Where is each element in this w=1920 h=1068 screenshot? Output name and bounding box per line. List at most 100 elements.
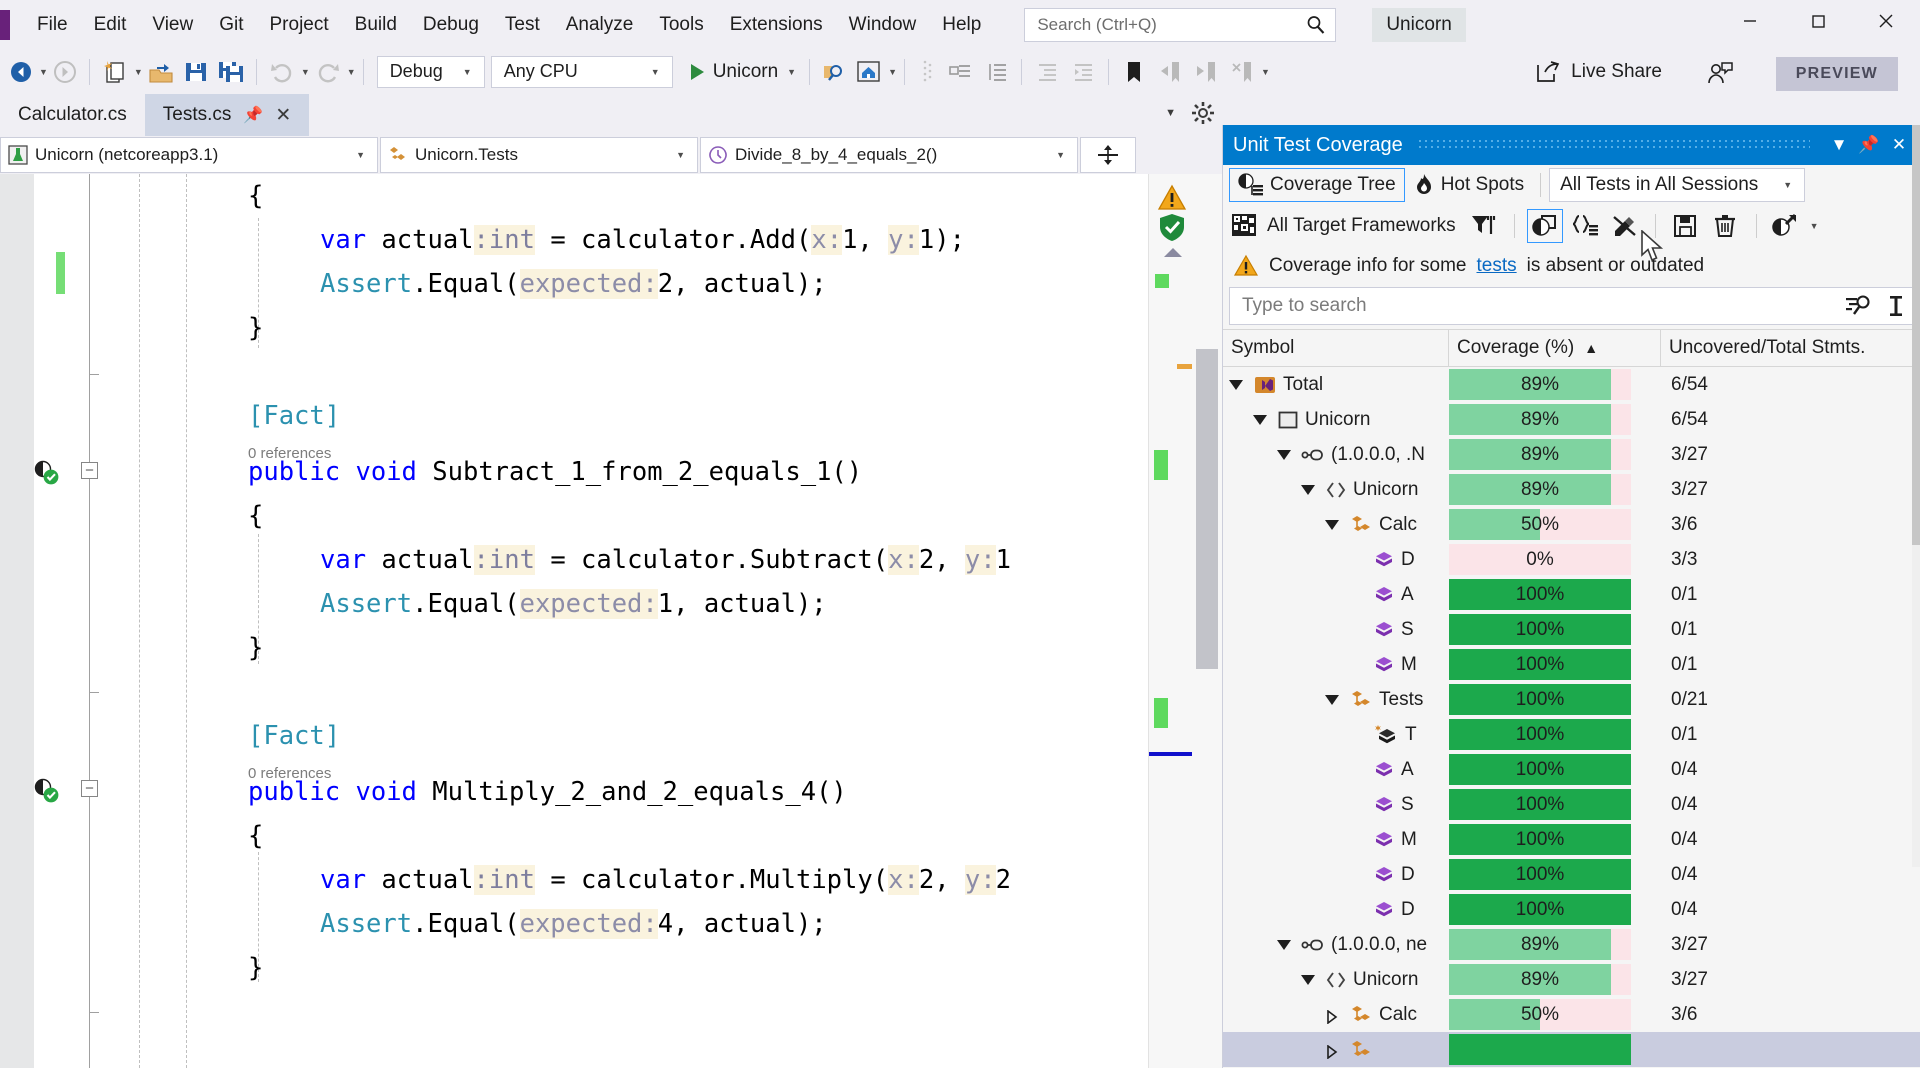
solution-platform-combo[interactable]: Any CPU ▼ <box>490 55 673 88</box>
coverage-tree-row[interactable]: A 100% 0/4 <box>1223 752 1920 787</box>
menu-item-test[interactable]: Test <box>492 10 553 39</box>
menu-item-debug[interactable]: Debug <box>410 10 492 39</box>
column-header-coverage[interactable]: Coverage (%) ▲ <box>1449 329 1661 367</box>
tab-tests-cs[interactable]: Tests.cs 📌 ✕ <box>144 94 310 136</box>
close-window-icon[interactable]: ✕ <box>1884 130 1914 160</box>
coverage-tree-row[interactable]: Unicorn 89% 3/27 <box>1223 962 1920 997</box>
split-editor-button[interactable] <box>1080 137 1136 173</box>
coverage-tree-row[interactable]: Unicorn 89% 3/27 <box>1223 472 1920 507</box>
coverage-tree-row[interactable]: Calc 50% 3/6 <box>1223 507 1920 542</box>
coverage-warning-link[interactable]: tests <box>1477 255 1517 277</box>
editor-vertical-scrollbar[interactable] <box>1192 174 1222 1068</box>
coverage-tree-row[interactable]: Unicorn 89% 6/54 <box>1223 402 1920 437</box>
maximize-button[interactable] <box>1784 0 1852 42</box>
search-tool-button[interactable] <box>817 54 851 90</box>
expander-collapse-icon[interactable] <box>1301 484 1315 495</box>
clear-bookmarks-button[interactable] <box>1224 54 1260 90</box>
expander-collapse-icon[interactable] <box>1277 449 1291 460</box>
coverage-tree-row[interactable]: A 100% 0/1 <box>1223 577 1920 612</box>
solution-explorer-home-button[interactable] <box>851 54 887 90</box>
tab-calculator-cs[interactable]: Calculator.cs <box>0 94 145 136</box>
save-button[interactable] <box>179 54 213 90</box>
redo-button[interactable] <box>310 54 346 90</box>
toggle-bookmark-button[interactable] <box>1116 54 1152 90</box>
coverage-tree-row[interactable]: (1.0.0.0, ne 89% 3/27 <box>1223 927 1920 962</box>
menu-item-view[interactable]: View <box>139 10 206 39</box>
account-button[interactable] <box>1705 59 1735 94</box>
pin-search-icon[interactable] <box>1885 294 1907 318</box>
expander-expand-icon[interactable] <box>1325 1043 1339 1060</box>
pin-tab-icon[interactable]: 📌 <box>243 105 263 125</box>
menu-item-help[interactable]: Help <box>929 10 994 39</box>
expander-collapse-icon[interactable] <box>1301 974 1315 985</box>
column-header-symbol[interactable]: Symbol <box>1223 329 1449 367</box>
coverage-tree-row[interactable]: Total 89% 6/54 <box>1223 367 1920 402</box>
menu-item-edit[interactable]: Edit <box>81 10 140 39</box>
undo-button[interactable] <box>264 54 300 90</box>
menu-item-analyze[interactable]: Analyze <box>553 10 647 39</box>
home-caret-icon[interactable]: ▼ <box>888 67 897 77</box>
previous-bookmark-button[interactable] <box>1152 54 1188 90</box>
menu-item-build[interactable]: Build <box>342 10 410 39</box>
delete-coverage-button[interactable] <box>1708 209 1744 243</box>
coverage-tree-row[interactable]: Calc 50% 3/6 <box>1223 997 1920 1032</box>
continuous-testing-caret-icon[interactable]: ▼ <box>1810 221 1819 231</box>
session-filter-combo[interactable]: All Tests in All Sessions ▼ <box>1549 168 1806 202</box>
navbar-project-combo[interactable]: Unicorn (netcoreapp3.1) ▼ <box>0 137 378 173</box>
coverage-tree-row[interactable]: S 100% 0/1 <box>1223 612 1920 647</box>
start-debug-button[interactable]: Unicorn ▼ <box>685 55 802 89</box>
menu-item-tools[interactable]: Tools <box>646 10 716 39</box>
coverage-tree-row[interactable]: D 100% 0/4 <box>1223 857 1920 892</box>
coverage-tree-row[interactable]: D 100% 0/4 <box>1223 892 1920 927</box>
hide-coverage-button[interactable] <box>1607 209 1643 243</box>
filter-settings-button[interactable] <box>1466 209 1502 243</box>
menu-item-extensions[interactable]: Extensions <box>717 10 836 39</box>
expander-expand-icon[interactable] <box>1325 1008 1339 1025</box>
live-share-button[interactable]: Live Share <box>1527 55 1670 89</box>
coverage-tree-row[interactable]: M 100% 0/1 <box>1223 647 1920 682</box>
coverage-tree-row[interactable]: T 100% 0/1 <box>1223 717 1920 752</box>
scroll-bar-annotation-margin[interactable] <box>1148 174 1193 1068</box>
expander-collapse-icon[interactable] <box>1325 694 1339 705</box>
search-options-icon[interactable] <box>1845 294 1871 318</box>
navigate-forward-button[interactable] <box>48 54 82 90</box>
coverage-tree-row[interactable] <box>1223 1032 1920 1067</box>
export-coverage-button[interactable] <box>1668 209 1704 243</box>
expander-collapse-icon[interactable] <box>1229 379 1243 390</box>
pin-window-icon[interactable]: 📌 <box>1854 130 1884 160</box>
tab-overflow-caret-icon[interactable]: ▼ <box>1165 107 1176 119</box>
scrollbar-thumb[interactable] <box>1196 349 1218 669</box>
start-debug-caret-icon[interactable]: ▼ <box>787 67 796 77</box>
expander-collapse-icon[interactable] <box>1277 939 1291 950</box>
decrease-indent-button[interactable] <box>1029 54 1065 90</box>
coverage-tree-row[interactable]: S 100% 0/4 <box>1223 787 1920 822</box>
code-editor-surface[interactable]: − − { var actual:int = calculator.Add(x:… <box>0 174 1222 1068</box>
close-button[interactable] <box>1852 0 1920 42</box>
coverage-tree-row[interactable]: (1.0.0.0, .N 89% 3/27 <box>1223 437 1920 472</box>
target-frameworks-button[interactable]: All Target Frameworks <box>1231 209 1462 243</box>
undo-caret-icon[interactable]: ▼ <box>301 67 310 77</box>
new-project-button[interactable] <box>97 54 133 90</box>
navigate-back-button[interactable] <box>4 54 38 90</box>
shield-check-icon[interactable] <box>1157 212 1187 242</box>
tab-hot-spots[interactable]: Hot Spots <box>1405 168 1532 202</box>
coverage-tree-grid[interactable]: Total 89% 6/54 Unicorn 89% 6/54 (1.0.0.0, .N 89… <box>1223 367 1920 1068</box>
tab-coverage-tree[interactable]: Coverage Tree <box>1229 168 1405 202</box>
menu-item-git[interactable]: Git <box>206 10 256 39</box>
expander-collapse-icon[interactable] <box>1253 414 1267 425</box>
back-dropdown-caret-icon[interactable]: ▼ <box>39 67 48 77</box>
warning-triangle-icon[interactable] <box>1157 184 1187 212</box>
coverage-tree-row[interactable]: M 100% 0/4 <box>1223 822 1920 857</box>
menu-item-project[interactable]: Project <box>257 10 342 39</box>
new-project-caret-icon[interactable]: ▼ <box>134 67 143 77</box>
scroll-up-arrow-icon[interactable] <box>1164 248 1182 257</box>
minimize-button[interactable] <box>1716 0 1784 42</box>
drag-grip[interactable] <box>1416 138 1810 152</box>
coverage-tree-row[interactable]: Tests 100% 0/21 <box>1223 682 1920 717</box>
coverage-search-input[interactable]: Type to search <box>1229 287 1914 325</box>
scrollbar-thumb[interactable] <box>1912 125 1920 545</box>
save-all-button[interactable] <box>213 54 249 90</box>
redo-caret-icon[interactable]: ▼ <box>347 67 356 77</box>
column-header-uncovered[interactable]: Uncovered/Total Stmts. <box>1661 329 1920 367</box>
next-bookmark-button[interactable] <box>1188 54 1224 90</box>
